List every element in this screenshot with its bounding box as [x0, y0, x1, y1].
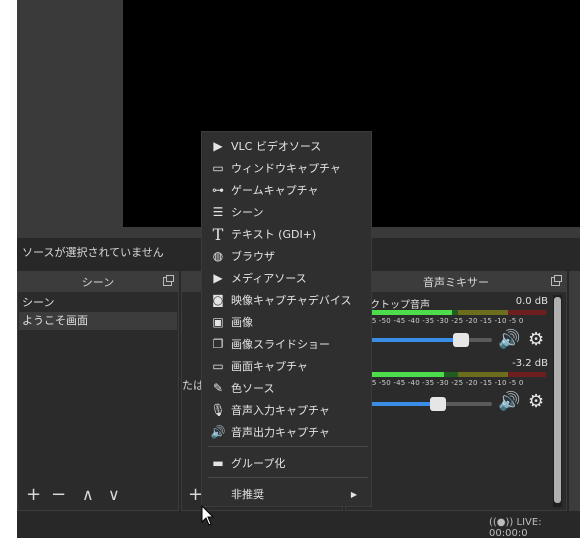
window-icon: ▭ [212, 161, 224, 175]
meter-scale: -60 -55 -50 -45 -40 -35 -30 -25 -20 -15 … [350, 317, 524, 325]
undock-icon[interactable] [163, 275, 174, 286]
menu-item[interactable]: ⊶ ゲームキャプチャ [203, 179, 371, 201]
menu-item[interactable]: 🔊 音声出力キャプチャ [203, 421, 371, 443]
menu-item-group[interactable]: ▬ グループ化 [203, 452, 371, 474]
menu-item-label: 画像 [231, 316, 253, 329]
menu-item[interactable]: ▭ ウィンドウキャプチャ [203, 157, 371, 179]
speaker-icon[interactable]: 🔊 [498, 393, 520, 411]
volume-meter [350, 372, 546, 377]
gear-icon[interactable]: ⚙ [528, 393, 544, 411]
menu-item-label: ウィンドウキャプチャ [231, 162, 341, 175]
menu-item[interactable]: 🎙 音声入力キャプチャ [203, 399, 371, 421]
mixer-channel-db: 0.0 dB [515, 296, 548, 307]
globe-icon: ◍ [212, 249, 224, 263]
speaker-icon: 🔊 [210, 425, 226, 439]
move-scene-down-button[interactable]: ∨ [108, 486, 120, 504]
menu-item[interactable]: ▭ 画面キャプチャ [203, 355, 371, 377]
menu-item-label: 非推奨 [231, 488, 264, 501]
add-source-context-menu: ▶ VLC ビデオソース ▭ ウィンドウキャプチャ ⊶ ゲームキャプチャ ☰ シーン T テキスト… [201, 131, 372, 507]
menu-item[interactable]: ▶ メディアソース [203, 267, 371, 289]
menu-item-label: 画像スライドショー [231, 338, 330, 351]
audio-mixer-dock: 音声ミキサー デスクトップ音声 0.0 dB -60 -55 -50 -45 -… [345, 271, 567, 511]
speaker-icon[interactable]: 🔊 [498, 331, 520, 349]
play-icon: ▶ [213, 271, 223, 285]
menu-separator [208, 477, 368, 478]
slideshow-icon: ❐ [212, 337, 224, 351]
scene-list-item-selected[interactable]: ようこそ画面 [19, 312, 177, 330]
image-icon: ▣ [212, 315, 224, 329]
remove-scene-button[interactable]: − [51, 486, 66, 504]
menu-item[interactable]: ❐ 画像スライドショー [203, 333, 371, 355]
undock-icon[interactable] [551, 275, 562, 286]
menu-item-label: シーン [231, 206, 264, 219]
menu-item-label: 音声出力キャプチャ [231, 426, 330, 439]
menu-item[interactable]: ▣ 画像 [203, 311, 371, 333]
gear-icon[interactable]: ⚙ [528, 331, 544, 349]
menu-item[interactable]: ◙ 映像キャプチャデバイス [203, 289, 371, 311]
scenes-dock: シーン シーン ようこそ画面 + − ∧ ∨ [17, 271, 179, 511]
mixer-scrollbar[interactable] [553, 295, 562, 507]
mouse-cursor-icon [201, 505, 215, 526]
broadcast-icon: ((●)) [489, 517, 514, 528]
menu-item-label: グループ化 [231, 457, 286, 470]
no-source-selected-label: ソースが選択されていません [22, 246, 164, 259]
menu-separator [208, 446, 368, 447]
menu-item-label: 音声入力キャプチャ [231, 404, 330, 417]
monitor-icon: ▭ [212, 359, 224, 373]
microphone-icon: 🎙 [210, 403, 226, 417]
menu-item[interactable]: ▶ VLC ビデオソース [203, 135, 371, 157]
add-scene-button[interactable]: + [26, 486, 41, 504]
text-icon: T [212, 224, 224, 244]
menu-item-label: 画面キャプチャ [231, 360, 308, 373]
menu-item-label: ブラウザ [231, 250, 275, 263]
folder-icon: ▬ [212, 456, 224, 470]
list-icon: ☰ [212, 205, 224, 219]
audio-mixer-title: 音声ミキサー [346, 272, 566, 292]
brush-icon: ✎ [212, 381, 224, 395]
gamepad-icon: ⊶ [212, 183, 224, 197]
menu-item[interactable]: T テキスト (GDI+) [203, 223, 371, 245]
menu-item[interactable]: ☰ シーン [203, 201, 371, 223]
menu-item-label: メディアソース [231, 272, 307, 285]
scene-list-item[interactable]: シーン [19, 294, 177, 312]
menu-item-deprecated[interactable]: 非推奨 ▶ [203, 483, 371, 505]
camera-icon: ◙ [212, 293, 224, 307]
volume-meter [350, 310, 546, 315]
mixer-channel-db: -3.2 dB [512, 358, 548, 369]
right-dock-edge [569, 271, 580, 511]
menu-item-label: ゲームキャプチャ [231, 184, 319, 197]
chevron-right-icon: ▶ [350, 489, 357, 499]
menu-item-label: 色ソース [231, 382, 275, 395]
live-status: ((●)) LIVE: 00:00:0 [489, 517, 580, 539]
menu-item[interactable]: ✎ 色ソース [203, 377, 371, 399]
menu-item[interactable]: ◍ ブラウザ [203, 245, 371, 267]
menu-item-label: テキスト (GDI+) [231, 228, 317, 241]
move-scene-up-button[interactable]: ∧ [82, 486, 94, 504]
scenes-dock-title: シーン [18, 272, 178, 292]
menu-item-label: VLC ビデオソース [231, 140, 322, 153]
menu-item-label: 映像キャプチャデバイス [231, 294, 352, 307]
meter-scale: -60 -55 -50 -45 -40 -35 -30 -25 -20 -15 … [350, 379, 524, 387]
play-icon: ▶ [213, 139, 223, 153]
